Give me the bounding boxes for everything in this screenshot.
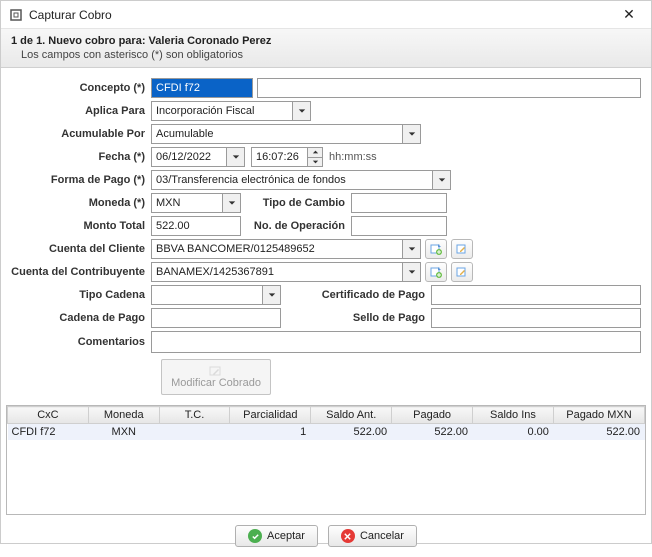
window-title: Capturar Cobro — [29, 8, 615, 22]
chevron-down-icon[interactable] — [402, 263, 420, 281]
label-cadena-pago: Cadena de Pago — [11, 312, 151, 324]
modificar-cobrado-button: Modificar Cobrado — [161, 359, 271, 395]
moneda-select[interactable]: MXN — [151, 193, 241, 213]
cadena-pago-input[interactable] — [151, 308, 281, 328]
concepto-input[interactable]: CFDI f72 — [151, 78, 253, 98]
add-account-button[interactable] — [425, 262, 447, 282]
comentarios-input[interactable] — [151, 331, 641, 353]
forma-pago-select[interactable]: 03/Transferencia electrónica de fondos — [151, 170, 451, 190]
col-saldo-ant[interactable]: Saldo Ant. — [311, 407, 392, 424]
label-tipo-cadena: Tipo Cadena — [11, 289, 151, 301]
no-operacion-input[interactable] — [351, 216, 447, 236]
chevron-down-icon[interactable] — [222, 194, 240, 212]
label-sello-pago: Sello de Pago — [281, 312, 431, 324]
chevron-down-icon[interactable] — [226, 148, 244, 166]
add-account-button[interactable] — [425, 239, 447, 259]
check-icon — [248, 529, 262, 543]
app-icon — [9, 8, 23, 22]
x-icon — [341, 529, 355, 543]
label-cuenta-cliente: Cuenta del Cliente — [11, 243, 151, 255]
chevron-down-icon[interactable] — [402, 240, 420, 258]
label-monto-total: Monto Total — [11, 220, 151, 232]
label-tipo-cambio: Tipo de Cambio — [241, 197, 351, 209]
concepto-desc-input[interactable] — [257, 78, 641, 98]
sello-pago-input[interactable] — [431, 308, 641, 328]
header-prefix: 1 de 1. Nuevo cobro para: — [11, 35, 149, 47]
label-cuenta-contrib: Cuenta del Contribuyente — [11, 266, 151, 278]
label-concepto: Concepto (*) — [11, 82, 151, 94]
chevron-down-icon[interactable] — [262, 286, 280, 304]
hora-input[interactable]: 16:07:26 — [251, 147, 323, 167]
spin-down-icon[interactable] — [308, 158, 322, 167]
col-moneda[interactable]: Moneda — [88, 407, 159, 424]
label-fecha: Fecha (*) — [11, 151, 151, 163]
spin-up-icon[interactable] — [308, 148, 322, 158]
chevron-down-icon[interactable] — [292, 102, 310, 120]
monto-total-input[interactable]: 522.00 — [151, 216, 241, 236]
aplica-para-select[interactable]: Incorporación Fiscal — [151, 101, 311, 121]
edit-account-button[interactable] — [451, 262, 473, 282]
label-forma-pago: Forma de Pago (*) — [11, 174, 151, 186]
label-acumulable: Acumulable Por — [11, 128, 151, 140]
chevron-down-icon[interactable] — [402, 125, 420, 143]
fecha-input[interactable]: 06/12/2022 — [151, 147, 245, 167]
cuenta-cliente-select[interactable]: BBVA BANCOMER/0125489652 — [151, 239, 421, 259]
label-no-operacion: No. de Operación — [241, 220, 351, 232]
col-pagado[interactable]: Pagado — [392, 407, 473, 424]
label-moneda: Moneda (*) — [11, 197, 151, 209]
acumulable-select[interactable]: Acumulable — [151, 124, 421, 144]
label-comentarios: Comentarios — [11, 336, 151, 348]
col-cxc[interactable]: CxC — [8, 407, 89, 424]
form-header: 1 de 1. Nuevo cobro para: Valeria Corona… — [1, 29, 651, 68]
header-name: Valeria Coronado Perez — [149, 35, 272, 47]
chevron-down-icon[interactable] — [432, 171, 450, 189]
header-hint: Los campos con asterisco (*) son obligat… — [11, 49, 641, 61]
table-row[interactable]: CFDI f72 MXN 1 522.00 522.00 0.00 522.00 — [8, 424, 645, 441]
cert-pago-input[interactable] — [431, 285, 641, 305]
col-pagado-mxn[interactable]: Pagado MXN — [553, 407, 644, 424]
cuenta-contrib-select[interactable]: BANAMEX/1425367891 — [151, 262, 421, 282]
col-saldo-ins[interactable]: Saldo Ins — [473, 407, 554, 424]
label-cert-pago: Certificado de Pago — [281, 289, 431, 301]
label-hhmmss: hh:mm:ss — [323, 151, 377, 163]
close-button[interactable]: ✕ — [615, 6, 643, 23]
col-parcialidad[interactable]: Parcialidad — [230, 407, 311, 424]
col-tc[interactable]: T.C. — [159, 407, 230, 424]
tipo-cadena-select[interactable] — [151, 285, 281, 305]
label-aplica-para: Aplica Para — [11, 105, 151, 117]
edit-account-button[interactable] — [451, 239, 473, 259]
payments-grid[interactable]: CxC Moneda T.C. Parcialidad Saldo Ant. P… — [6, 405, 646, 515]
tipo-cambio-input[interactable] — [351, 193, 447, 213]
